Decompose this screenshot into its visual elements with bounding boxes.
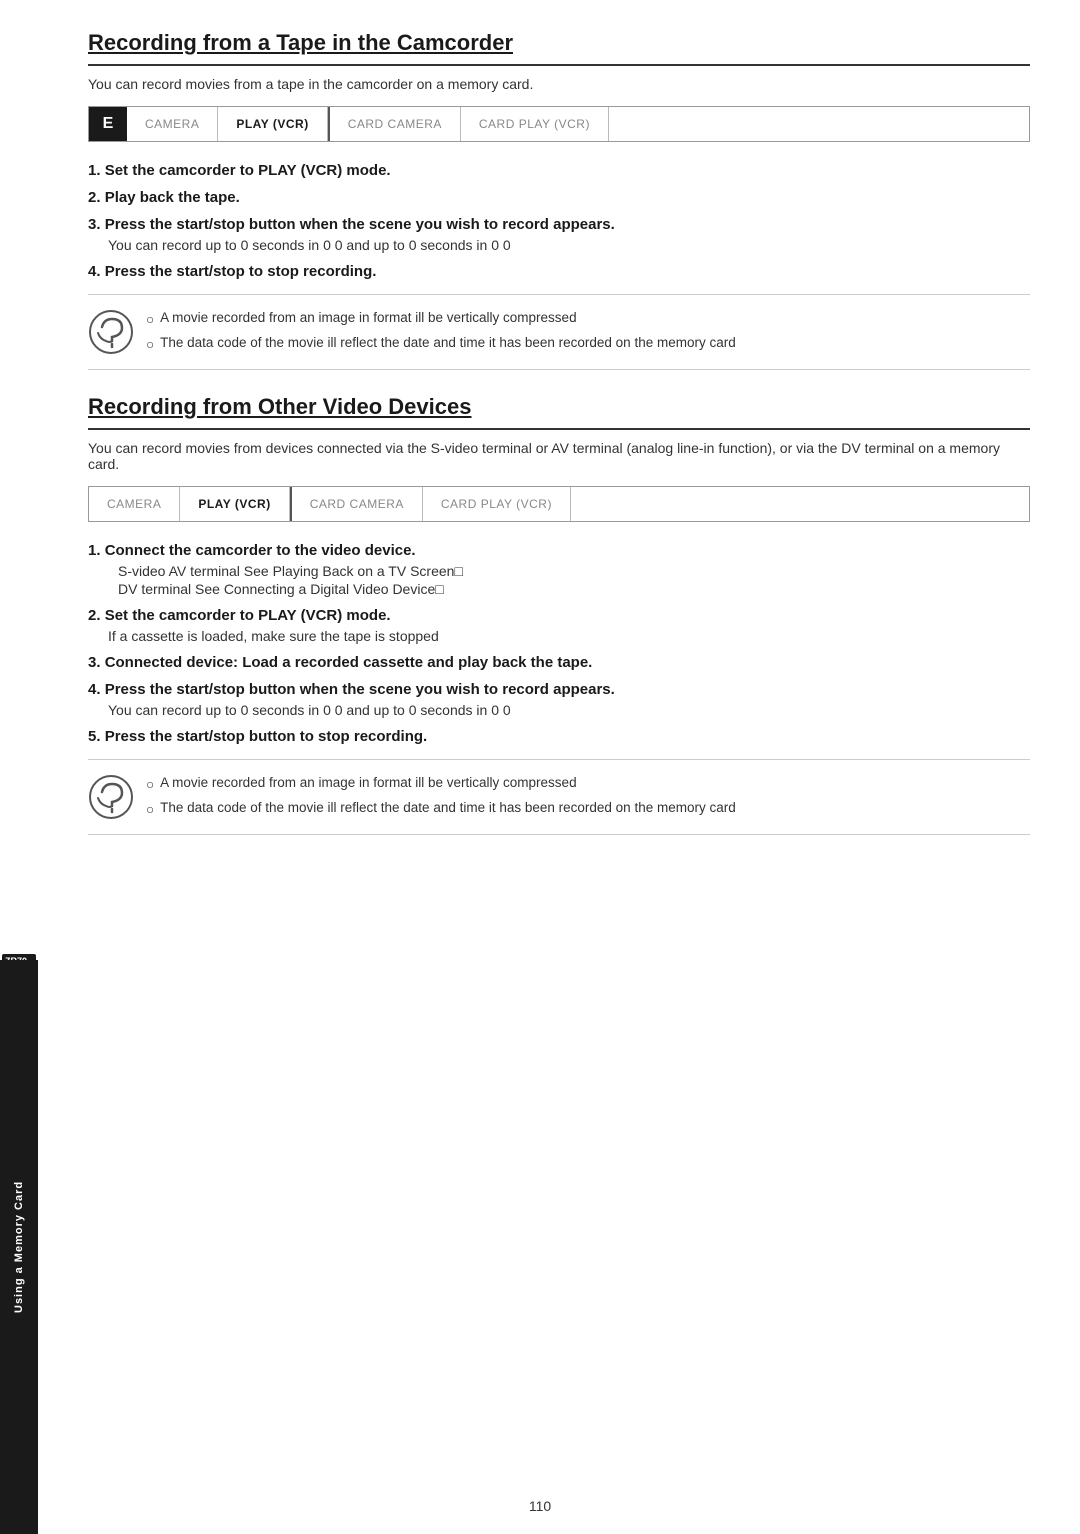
note-icon-2 — [88, 774, 134, 820]
mode-btn-card-play-1[interactable]: CARD PLAY (VCR) — [461, 107, 609, 141]
mode-btn-card-camera-2[interactable]: CARD CAMERA — [292, 487, 423, 521]
note-line-2-1: ○ A movie recorded from an image in form… — [146, 772, 736, 797]
note-line-1-1: ○ A movie recorded from an image in form… — [146, 307, 736, 332]
bullet-2-1: ○ — [146, 774, 154, 797]
step-2-3-heading: 3. Connected device: Load a recorded cas… — [88, 654, 1030, 671]
step-2-4: 4. Press the start/stop button when the … — [88, 681, 1030, 718]
section1-divider — [88, 64, 1030, 66]
step-2-4-body: You can record up to 0 seconds in 0 0 an… — [108, 702, 1030, 718]
section1-subtitle: You can record movies from a tape in the… — [88, 76, 1030, 92]
note-1-1-text: A movie recorded from an image in format… — [160, 307, 576, 330]
step-2-1-heading: 1. Connect the camcorder to the video de… — [88, 542, 1030, 559]
bullet-1-2: ○ — [146, 334, 154, 357]
main-content: Recording from a Tape in the Camcorder Y… — [38, 0, 1080, 1534]
note-text-1: ○ A movie recorded from an image in form… — [146, 307, 736, 357]
mode-btn-card-camera-1[interactable]: CARD CAMERA — [330, 107, 461, 141]
note-2-1-text: A movie recorded from an image in format… — [160, 772, 576, 795]
mode-btn-play-vcr-2[interactable]: PLAY (VCR) — [180, 487, 289, 521]
note-box-2: ○ A movie recorded from an image in form… — [88, 759, 1030, 835]
step-2-4-text: Press the start/stop button when the sce… — [105, 681, 615, 698]
step-1-1-heading: 1. Set the camcorder to PLAY (VCR) mode. — [88, 162, 1030, 179]
step-2-2-heading: 2. Set the camcorder to PLAY (VCR) mode. — [88, 607, 1030, 624]
step-1-2: 2. Play back the tape. — [88, 189, 1030, 206]
step-2-5-heading: 5. Press the start/stop button to stop r… — [88, 728, 1030, 745]
step-1-2-heading: 2. Play back the tape. — [88, 189, 1030, 206]
section1-title: Recording from a Tape in the Camcorder — [88, 30, 1030, 56]
step-1-1-text: Set the camcorder to PLAY (VCR) mode. — [105, 162, 391, 179]
step-2-1-sub2: DV terminal See Connecting a Digital Vid… — [118, 581, 1030, 597]
step-1-3-body: You can record up to 0 seconds in 0 0 an… — [108, 237, 1030, 253]
step-2-2-body: If a cassette is loaded, make sure the t… — [108, 628, 1030, 644]
step-1-3-heading: 3. Press the start/stop button when the … — [88, 216, 1030, 233]
step-1-3-text: Press the start/stop button when the sce… — [105, 216, 615, 233]
note-2-2-text: The data code of the movie ill reflect t… — [160, 797, 736, 820]
note-1-2-text: The data code of the movie ill reflect t… — [160, 332, 736, 355]
step-1-1: 1. Set the camcorder to PLAY (VCR) mode. — [88, 162, 1030, 179]
bullet-1-1: ○ — [146, 309, 154, 332]
section2-subtitle: You can record movies from devices conne… — [88, 440, 1030, 472]
mode-btn-card-play-2[interactable]: CARD PLAY (VCR) — [423, 487, 571, 521]
sidebar-label: Using a Memory Card — [13, 1181, 25, 1313]
step-2-1-sub1: S-video AV terminal See Playing Back on … — [118, 563, 1030, 579]
step-2-5: 5. Press the start/stop button to stop r… — [88, 728, 1030, 745]
section2-title: Recording from Other Video Devices — [88, 394, 1030, 420]
step-2-1: 1. Connect the camcorder to the video de… — [88, 542, 1030, 597]
step-2-5-text: Press the start/stop button to stop reco… — [105, 728, 428, 745]
step-2-2: 2. Set the camcorder to PLAY (VCR) mode.… — [88, 607, 1030, 644]
page-number: 110 — [529, 1498, 551, 1514]
note-icon-1 — [88, 309, 134, 355]
step-1-3: 3. Press the start/stop button when the … — [88, 216, 1030, 253]
mode-btn-play-vcr-1[interactable]: PLAY (VCR) — [218, 107, 327, 141]
step-1-2-text: Play back the tape. — [105, 189, 240, 206]
sidebar: Using a Memory Card — [0, 960, 38, 1534]
note-line-2-2: ○ The data code of the movie ill reflect… — [146, 797, 736, 822]
note-line-1-2: ○ The data code of the movie ill reflect… — [146, 332, 736, 357]
step-2-2-text: Set the camcorder to PLAY (VCR) mode. — [105, 607, 391, 624]
step-1-4: 4. Press the start/stop to stop recordin… — [88, 263, 1030, 280]
note-box-1: ○ A movie recorded from an image in form… — [88, 294, 1030, 370]
step-2-3-text: Connected device: Load a recorded casset… — [105, 654, 593, 671]
bullet-2-2: ○ — [146, 799, 154, 822]
mode-bar-1: E CAMERA PLAY (VCR) CARD CAMERA CARD PLA… — [88, 106, 1030, 142]
mode-btn-camera-2[interactable]: CAMERA — [89, 487, 180, 521]
mode-label-e: E — [89, 107, 127, 141]
step-2-3: 3. Connected device: Load a recorded cas… — [88, 654, 1030, 671]
step-1-4-text: Press the start/stop to stop recording. — [105, 263, 377, 280]
step-2-1-text: Connect the camcorder to the video devic… — [105, 542, 416, 559]
mode-btn-camera-1[interactable]: CAMERA — [127, 107, 218, 141]
step-2-4-heading: 4. Press the start/stop button when the … — [88, 681, 1030, 698]
mode-bar-2: CAMERA PLAY (VCR) CARD CAMERA CARD PLAY … — [88, 486, 1030, 522]
note-text-2: ○ A movie recorded from an image in form… — [146, 772, 736, 822]
step-1-4-heading: 4. Press the start/stop to stop recordin… — [88, 263, 1030, 280]
section2-divider — [88, 428, 1030, 430]
